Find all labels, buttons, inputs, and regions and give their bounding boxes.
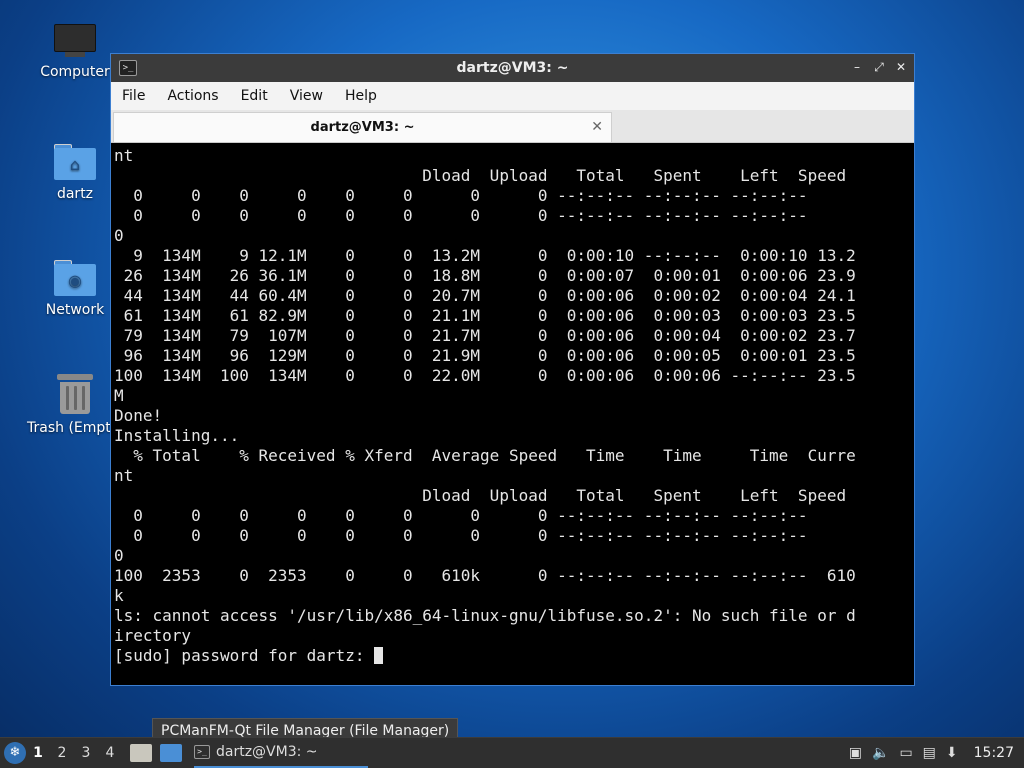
computer-icon [54, 24, 96, 58]
show-desktop-icon[interactable] [130, 744, 152, 762]
home-folder-icon: ⌂ [54, 144, 96, 180]
menu-help[interactable]: Help [334, 88, 388, 104]
taskbar: ❄ 1 2 3 4 >_ dartz@VM3: ~ ▣ 🔈 ▭ ▤ ⬇ 15:2… [0, 737, 1024, 768]
update-icon[interactable]: ⬇ [946, 745, 958, 761]
desktop-icon-label: dartz [56, 186, 94, 202]
volume-icon[interactable]: 🔈 [872, 745, 889, 761]
menu-actions[interactable]: Actions [156, 88, 229, 104]
network-folder-icon: ◉ [54, 260, 96, 296]
desktop-icon-home-folder[interactable]: ⌂ dartz [27, 144, 123, 202]
terminal-window[interactable]: >_ dartz@VM3: ~ – ⤢ ✕ File Actions Edit … [110, 53, 915, 686]
system-tray: ▣ 🔈 ▭ ▤ ⬇ 15:27 [849, 745, 1024, 761]
notes-icon[interactable]: ▤ [923, 745, 936, 761]
terminal-tab[interactable]: dartz@VM3: ~ ✕ [113, 112, 612, 142]
tab-label: dartz@VM3: ~ [310, 120, 415, 135]
desktop-icon-computer[interactable]: Computer [27, 24, 123, 80]
clipboard-icon[interactable]: ▣ [849, 745, 862, 761]
file-manager-launcher-icon[interactable] [160, 744, 182, 762]
trash-icon [57, 374, 93, 414]
minimize-icon[interactable]: – [850, 60, 864, 74]
workspace-4[interactable]: 4 [98, 745, 122, 761]
desktop-icon-network[interactable]: ◉ Network [27, 260, 123, 318]
clock[interactable]: 15:27 [974, 745, 1014, 761]
menu-view[interactable]: View [279, 88, 334, 104]
terminal-output[interactable]: nt Dload Upload Total Spent Left Speed 0… [111, 144, 914, 685]
sudo-prompt: [sudo] password for dartz: [114, 646, 375, 665]
terminal-text: nt Dload Upload Total Spent Left Speed 0… [114, 146, 856, 645]
desktop-icon-label: Trash (Empty) [27, 420, 125, 436]
workspace-1[interactable]: 1 [26, 745, 50, 761]
desktop-icon-trash[interactable]: Trash (Empty) [27, 374, 125, 436]
text-cursor [374, 647, 384, 664]
window-titlebar[interactable]: >_ dartz@VM3: ~ – ⤢ ✕ [111, 54, 914, 82]
window-title: dartz@VM3: ~ [456, 60, 569, 76]
tab-close-icon[interactable]: ✕ [591, 119, 603, 135]
start-menu-icon[interactable]: ❄ [4, 742, 26, 764]
menu-bar: File Actions Edit View Help [111, 82, 914, 110]
network-icon[interactable]: ▭ [899, 745, 912, 761]
taskbar-terminal-button[interactable]: >_ dartz@VM3: ~ [194, 738, 368, 768]
desktop-icon-label: Network [45, 302, 105, 318]
menu-edit[interactable]: Edit [230, 88, 279, 104]
taskbar-task-label: dartz@VM3: ~ [216, 744, 318, 760]
workspace-3[interactable]: 3 [74, 745, 98, 761]
desktop-icon-label: Computer [40, 64, 110, 80]
menu-file[interactable]: File [111, 88, 156, 104]
maximize-icon[interactable]: ⤢ [872, 60, 886, 74]
close-icon[interactable]: ✕ [894, 60, 908, 74]
tab-bar: dartz@VM3: ~ ✕ [111, 110, 914, 143]
workspace-2[interactable]: 2 [50, 745, 74, 761]
terminal-task-icon: >_ [194, 745, 210, 759]
